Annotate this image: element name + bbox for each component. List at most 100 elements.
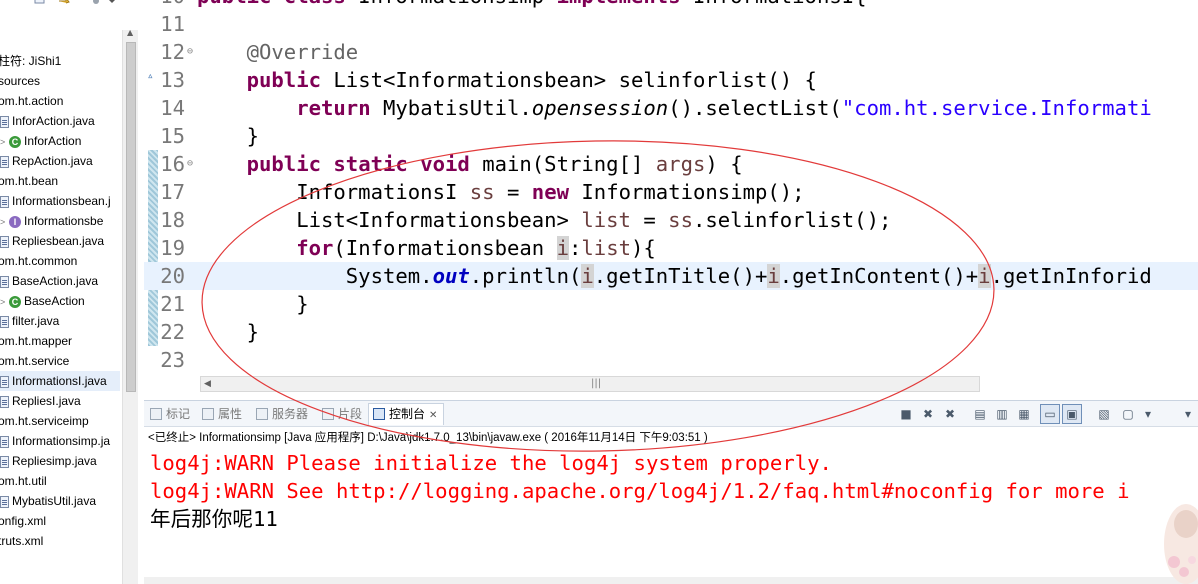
tree-item[interactable]: BaseAction.java [0,271,98,291]
tree-item-label: InforAction.java [12,114,95,128]
chevron-right-icon[interactable]: > [0,212,6,232]
tree-item[interactable]: > C BaseAction [0,291,85,311]
code-text[interactable]: public static void main(String[] args) { [197,150,743,178]
tree-item[interactable]: InformationsI.java [0,371,120,391]
code-line[interactable]: 20 System.out.println(i.getInTitle()+i.g… [144,262,1198,290]
tab-console[interactable]: 控制台 ✕ [368,403,445,425]
tree-item[interactable]: Repliesimp.java [0,451,97,471]
code-text[interactable]: public class Informationsimp implements … [197,0,867,10]
code-text[interactable]: } [197,318,259,346]
open-console-icon[interactable]: ▢ [1120,406,1136,422]
tab-markers[interactable]: 标记 [150,405,190,423]
code-text[interactable]: } [197,122,259,150]
code-line[interactable]: 16 ⊖ public static void main(String[] arg… [144,150,1198,178]
tab-snippets[interactable]: 片段 [322,405,362,423]
link-icon[interactable] [58,0,70,6]
tree-item[interactable]: 柱符: JiShi1 [0,51,61,71]
tree-item[interactable]: om.ht.serviceimp [0,411,89,431]
java-file-icon [0,195,9,208]
display-selected-console-icon[interactable]: ▧ [1096,406,1112,422]
editor-horizontal-scrollbar[interactable]: ◀ ||| [200,376,980,392]
chevron-right-icon[interactable]: > [0,132,6,152]
scroll-left-icon[interactable]: ◀ [204,377,211,391]
code-text[interactable]: @Override [197,38,359,66]
code-token: = [630,208,669,232]
code-text[interactable]: for(Informationsbean i:list){ [197,234,656,262]
code-token: list [581,208,631,232]
code-text[interactable]: List<Informationsbean> list = ss.selinfo… [197,206,891,234]
code-token: } [197,292,309,316]
remove-all-icon[interactable]: ✖ [942,406,958,422]
code-line[interactable]: 13 ▵ public List<Informationsbean> selinf… [144,66,1198,94]
scroll-up-icon[interactable]: ▲ [127,28,133,37]
code-text[interactable]: System.out.println(i.getInTitle()+i.getI… [197,262,1152,290]
word-wrap-icon[interactable]: ▦ [1016,406,1032,422]
code-line[interactable]: 15 } [144,122,1198,150]
code-line[interactable]: 12 ⊖ @Override [144,38,1198,66]
tree-item-label: om.ht.util [0,474,47,488]
tree-item[interactable]: onfig.xml [0,511,46,531]
scroll-lock-icon[interactable]: ▤ [972,406,988,422]
code-text[interactable]: InformationsI ss = new Informationsimp()… [197,178,804,206]
remove-launch-icon[interactable]: ✖ [920,406,936,422]
code-text[interactable]: return MybatisUtil.opensession().selectL… [197,94,1152,122]
clear-console-icon[interactable]: ▥ [994,406,1010,422]
show-console-icon[interactable]: ▣ [1062,404,1082,424]
dropdown-icon[interactable] [106,0,118,6]
tree-scroll-thumb[interactable] [126,42,136,392]
code-line[interactable]: 11 [144,10,1198,38]
java-editor[interactable]: 10 public class Informationsimp implement… [144,0,1198,394]
file-icon[interactable] [34,0,46,6]
code-line[interactable]: 17 InformationsI ss = new Informationsim… [144,178,1198,206]
tab-properties[interactable]: 属性 [202,405,242,423]
tree-item[interactable]: sources [0,71,40,91]
tree-item[interactable]: > I Informationsbe [0,211,103,231]
code-token: = [494,180,532,204]
scroll-grip-icon[interactable]: ||| [591,377,601,391]
tree-item-label: 柱符: JiShi1 [0,54,62,68]
code-line[interactable]: 10 public class Informationsimp implement… [144,0,1198,10]
tree-item[interactable]: om.ht.bean [0,171,58,191]
tree-item[interactable]: om.ht.service [0,351,69,371]
view-menu-icon[interactable]: ▾ [1180,406,1196,422]
code-line[interactable]: 18 List<Informationsbean> list = ss.seli… [144,206,1198,234]
tree-item[interactable]: om.ht.util [0,471,47,491]
tree-item[interactable]: filter.java [0,311,59,331]
tab-servers[interactable]: 服务器 [256,405,308,423]
fold-toggle-icon[interactable]: ⊖ [187,38,193,66]
close-icon[interactable]: ✕ [429,410,437,421]
tree-item[interactable]: InforAction.java [0,111,95,131]
code-line[interactable]: 14 return MybatisUtil.opensession().sele… [144,94,1198,122]
tree-item[interactable]: Repliesbean.java [0,231,104,251]
tree-item[interactable]: Informationsimp.ja [0,431,110,451]
code-line[interactable]: 22 } [144,318,1198,346]
pin-console-icon[interactable]: ▭ [1040,404,1060,424]
code-text[interactable]: public List<Informationsbean> selinforli… [197,66,817,94]
code-line[interactable]: 21 } [144,290,1198,318]
code-line[interactable]: 19 for(Informationsbean i:list){ [144,234,1198,262]
code-text[interactable]: } [197,290,309,318]
code-token: } [197,124,259,148]
tree-item[interactable]: truts.xml [0,531,43,551]
tree-item[interactable]: > C InforAction [0,131,81,151]
gear-icon[interactable] [90,0,102,6]
java-file-icon [0,495,9,508]
tree-item-label: sources [0,74,41,88]
tree-scrollbar[interactable]: ▲ [122,28,138,584]
code-token: ){ [631,236,656,260]
tree-item[interactable]: om.ht.common [0,251,77,271]
override-marker-icon[interactable]: ▵ [147,62,154,90]
tree-item-label: om.ht.bean [0,174,59,188]
tree-item[interactable]: Informationsbean.j [0,191,111,211]
tree-item[interactable]: om.ht.mapper [0,331,72,351]
code-line[interactable]: 23 [144,346,1198,374]
tree-item[interactable]: RepAction.java [0,151,93,171]
chevron-down-icon[interactable]: ▾ [1140,406,1156,422]
console-horizontal-scrollbar[interactable] [144,577,1198,584]
stop-icon[interactable]: ■ [898,406,914,422]
fold-toggle-icon[interactable]: ⊖ [187,150,193,178]
chevron-right-icon[interactable]: > [0,292,6,312]
tree-item[interactable]: om.ht.action [0,91,63,111]
tree-item[interactable]: RepliesI.java [0,391,81,411]
tree-item[interactable]: MybatisUtil.java [0,491,96,511]
